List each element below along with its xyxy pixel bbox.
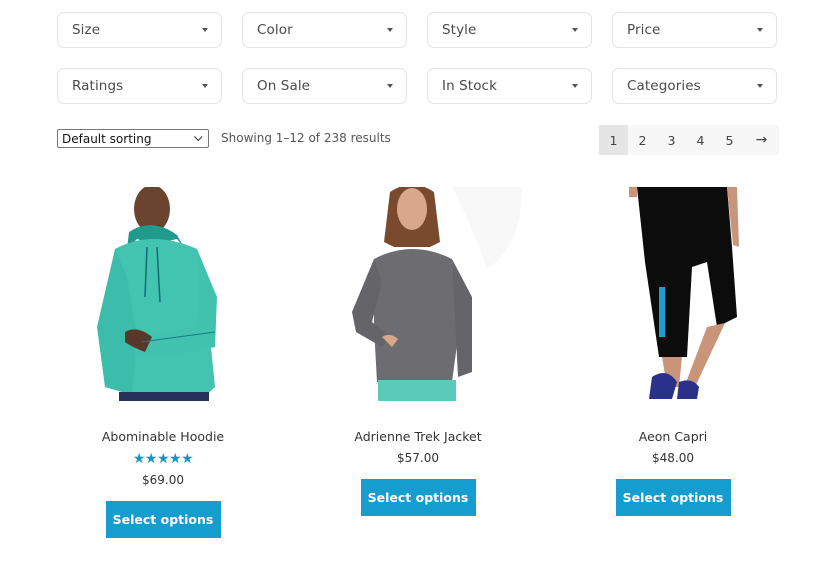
result-count: Showing 1–12 of 238 results: [221, 131, 391, 145]
sort-selected-value: Default sorting: [62, 131, 152, 146]
product-title[interactable]: Adrienne Trek Jacket: [312, 429, 524, 444]
filter-price[interactable]: Price: [612, 12, 777, 48]
caret-down-icon: [387, 84, 393, 88]
filter-ratings[interactable]: Ratings: [57, 68, 222, 104]
product-card: Abominable Hoodie ★★★★★ $69.00 Select op…: [57, 187, 269, 538]
page-1[interactable]: 1: [599, 125, 628, 155]
filter-label: Color: [257, 22, 293, 38]
page-2[interactable]: 2: [628, 125, 657, 155]
jacket-image: [312, 187, 524, 401]
caret-down-icon: [572, 84, 578, 88]
filter-size[interactable]: Size: [57, 12, 222, 48]
chevron-down-icon: [194, 132, 203, 141]
sort-select[interactable]: Default sorting: [57, 129, 209, 148]
select-options-button[interactable]: Select options: [360, 479, 476, 516]
select-options-button[interactable]: Select options: [615, 479, 731, 516]
product-card: Adrienne Trek Jacket $57.00 Select optio…: [312, 187, 524, 516]
caret-down-icon: [572, 28, 578, 32]
caret-down-icon: [202, 84, 208, 88]
caret-down-icon: [202, 28, 208, 32]
hoodie-image: [57, 187, 269, 401]
capri-image: [567, 187, 779, 401]
star-rating-icon: ★★★★★: [132, 451, 194, 467]
caret-down-icon: [757, 28, 763, 32]
product-image[interactable]: [312, 187, 524, 401]
page-4[interactable]: 4: [686, 125, 715, 155]
filter-label: Price: [627, 22, 661, 38]
product-image[interactable]: [567, 187, 779, 401]
filter-categories[interactable]: Categories: [612, 68, 777, 104]
product-card: Aeon Capri $48.00 Select options: [567, 187, 779, 516]
caret-down-icon: [757, 84, 763, 88]
product-price: $57.00: [397, 451, 439, 465]
filter-color[interactable]: Color: [242, 12, 407, 48]
filter-style[interactable]: Style: [427, 12, 592, 48]
product-filters: Size Color Style Price Ratings On Sale I…: [57, 12, 779, 104]
next-page-arrow-icon[interactable]: →: [744, 125, 779, 155]
filter-label: Size: [72, 22, 101, 38]
filter-on-sale[interactable]: On Sale: [242, 68, 407, 104]
page-3[interactable]: 3: [657, 125, 686, 155]
filter-in-stock[interactable]: In Stock: [427, 68, 592, 104]
product-image[interactable]: [57, 187, 269, 401]
product-price: $69.00: [142, 473, 184, 487]
filter-label: On Sale: [257, 78, 311, 94]
filter-label: In Stock: [442, 78, 497, 94]
filter-label: Ratings: [72, 78, 124, 94]
product-price: $48.00: [652, 451, 694, 465]
shop-toolbar: Default sorting Showing 1–12 of 238 resu…: [57, 125, 779, 155]
filter-label: Categories: [627, 78, 701, 94]
filter-label: Style: [442, 22, 477, 38]
pagination: 1 2 3 4 5 →: [599, 125, 779, 155]
product-title[interactable]: Abominable Hoodie: [57, 429, 269, 444]
select-options-button[interactable]: Select options: [105, 501, 221, 538]
product-title[interactable]: Aeon Capri: [567, 429, 779, 444]
caret-down-icon: [387, 28, 393, 32]
page-5[interactable]: 5: [715, 125, 744, 155]
